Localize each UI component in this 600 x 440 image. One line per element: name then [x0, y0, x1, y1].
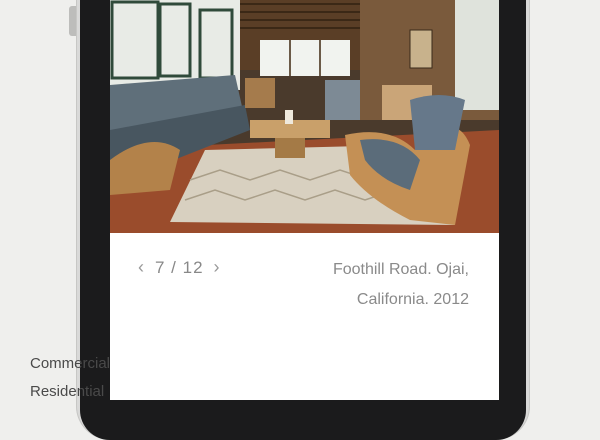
category-menu: Commercial Residential — [30, 355, 110, 411]
phone-side-button — [69, 6, 76, 36]
gallery-pager: ‹ 7 / 12 › — [138, 257, 221, 278]
chevron-right-icon[interactable]: › — [214, 257, 221, 278]
caption-line-1: Foothill Road. Ojai, — [332, 261, 469, 278]
menu-item-residential[interactable]: Residential — [30, 383, 110, 400]
gallery-photo[interactable] — [110, 0, 499, 233]
gallery-counter: 7 / 12 — [155, 257, 204, 277]
phone-screen: ‹ 7 / 12 › Foothill Road. Ojai, Californ… — [110, 0, 499, 400]
photo-caption: Foothill Road. Ojai, California. 2012 — [309, 255, 469, 315]
gallery-info-bar: ‹ 7 / 12 › Foothill Road. Ojai, Californ… — [110, 233, 499, 313]
chevron-left-icon[interactable]: ‹ — [138, 257, 145, 278]
caption-line-2: California. 2012 — [356, 291, 469, 308]
menu-item-commercial[interactable]: Commercial — [30, 355, 110, 372]
interior-photo-image — [110, 0, 499, 233]
